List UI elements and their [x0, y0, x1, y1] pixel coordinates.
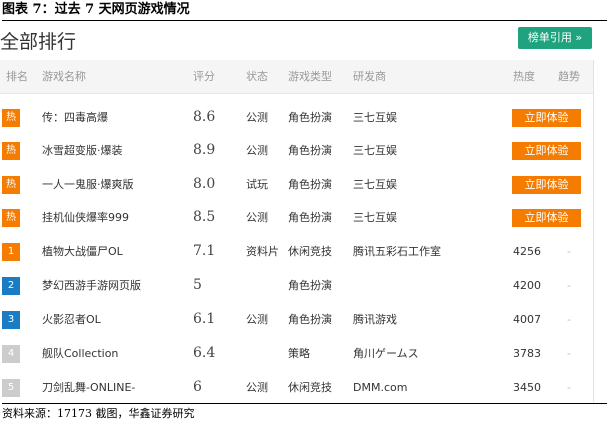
- developer-text: 三七互娱: [353, 178, 397, 191]
- col-game-name: 游戏名称: [42, 70, 86, 83]
- rank-badge: 5: [2, 379, 20, 397]
- source-note: 资料来源：17173 截图，华鑫证券研究: [2, 403, 607, 421]
- game-name-link[interactable]: 传：四毒高爆: [42, 101, 108, 134]
- game-name-link[interactable]: 植物大战僵尸OL: [42, 235, 123, 268]
- game-name-link[interactable]: 梦幻西游手游网页版: [42, 269, 141, 302]
- quote-list-button[interactable]: 榜单引用 »: [518, 27, 592, 49]
- play-now-button[interactable]: 立即体验: [512, 109, 581, 127]
- ranking-table: 排名 游戏名称 评分 状态 游戏类型 研发商 热度 趋势 热 传：四毒高爆 8.6 公…: [0, 60, 594, 402]
- game-type-text: 角色扮演: [288, 279, 332, 292]
- table-row[interactable]: 热 冰雪超变版·爆装 8.9 公测 角色扮演 三七互娱 立即体验: [0, 134, 593, 167]
- game-name-link[interactable]: 刀剑乱舞-ONLINE-: [42, 371, 135, 404]
- game-type-text: 角色扮演: [288, 211, 332, 224]
- developer-text: 三七互娱: [353, 211, 397, 224]
- table-row[interactable]: 热 传：四毒高爆 8.6 公测 角色扮演 三七互娱 立即体验: [0, 101, 593, 134]
- score-value: 7.1: [193, 243, 216, 259]
- score-value: 8.9: [193, 142, 216, 158]
- game-name-link[interactable]: 火影忍者OL: [42, 303, 101, 336]
- rank-badge: 3: [2, 311, 20, 329]
- developer-text: DMM.com: [353, 381, 408, 394]
- game-type-text: 策略: [288, 347, 310, 360]
- status-text: 公测: [246, 313, 268, 326]
- status-text: 公测: [246, 381, 268, 394]
- trend-indicator: -: [567, 313, 571, 326]
- rank-badge: 1: [2, 243, 20, 261]
- play-now-button[interactable]: 立即体验: [512, 142, 581, 160]
- score-value: 6.4: [193, 345, 216, 361]
- trend-indicator: -: [567, 347, 571, 360]
- game-type-text: 休闲竞技: [288, 245, 332, 258]
- score-value: 6: [193, 379, 202, 395]
- status-text: 试玩: [246, 178, 268, 191]
- heat-value: 4200: [513, 279, 541, 292]
- game-name-link[interactable]: 舰队Collection: [42, 337, 118, 370]
- heat-value: 4256: [513, 245, 541, 258]
- game-type-text: 休闲竞技: [288, 381, 332, 394]
- col-trend: 趋势: [558, 70, 580, 83]
- hot-badge: 热: [2, 176, 20, 194]
- trend-indicator: -: [567, 245, 571, 258]
- table-row[interactable]: 1 植物大战僵尸OL 7.1 资料片 休闲竞技 腾讯五彩石工作室 4256 -: [0, 235, 593, 268]
- game-type-text: 角色扮演: [288, 313, 332, 326]
- score-value: 8.5: [193, 209, 216, 225]
- table-header: 排名 游戏名称 评分 状态 游戏类型 研发商 热度 趋势: [0, 60, 593, 94]
- developer-text: 腾讯游戏: [353, 313, 397, 326]
- score-value: 8.0: [193, 176, 216, 192]
- table-row[interactable]: 5 刀剑乱舞-ONLINE- 6 公测 休闲竞技 DMM.com 3450 -: [0, 371, 593, 404]
- trend-indicator: -: [567, 279, 571, 292]
- play-now-button[interactable]: 立即体验: [512, 209, 581, 227]
- page-title: 全部排行: [0, 31, 77, 53]
- rank-badge: 4: [2, 345, 20, 363]
- heat-value: 3783: [513, 347, 541, 360]
- figure-title: 图表 7：过去 7 天网页游戏情况: [2, 0, 607, 21]
- col-rank: 排名: [6, 70, 28, 83]
- table-row[interactable]: 2 梦幻西游手游网页版 5 角色扮演 4200 -: [0, 269, 593, 302]
- developer-text: 角川ゲームス: [353, 347, 419, 360]
- hot-badge: 热: [2, 142, 20, 160]
- status-text: 公测: [246, 111, 268, 124]
- table-row[interactable]: 4 舰队Collection 6.4 策略 角川ゲームス 3783 -: [0, 337, 593, 370]
- heat-value: 4007: [513, 313, 541, 326]
- game-type-text: 角色扮演: [288, 178, 332, 191]
- heat-value: 3450: [513, 381, 541, 394]
- game-name-link[interactable]: 挂机仙侠爆率999: [42, 201, 129, 234]
- game-type-text: 角色扮演: [288, 111, 332, 124]
- rank-badge: 2: [2, 277, 20, 295]
- table-row[interactable]: 热 挂机仙侠爆率999 8.5 公测 角色扮演 三七互娱 立即体验: [0, 201, 593, 234]
- trend-indicator: -: [567, 381, 571, 394]
- col-status: 状态: [246, 70, 268, 83]
- hot-badge: 热: [2, 109, 20, 127]
- score-value: 8.6: [193, 109, 216, 125]
- col-heat: 热度: [513, 70, 535, 83]
- developer-text: 腾讯五彩石工作室: [353, 245, 441, 258]
- status-text: 资料片: [246, 245, 279, 258]
- play-now-button[interactable]: 立即体验: [512, 176, 581, 194]
- table-row[interactable]: 热 一人一鬼服·爆爽版 8.0 试玩 角色扮演 三七互娱 立即体验: [0, 168, 593, 201]
- col-game-type: 游戏类型: [288, 70, 332, 83]
- developer-text: 三七互娱: [353, 144, 397, 157]
- game-name-link[interactable]: 一人一鬼服·爆爽版: [42, 168, 134, 201]
- score-value: 6.1: [193, 311, 216, 327]
- game-name-link[interactable]: 冰雪超变版·爆装: [42, 134, 123, 167]
- hot-badge: 热: [2, 209, 20, 227]
- game-type-text: 角色扮演: [288, 144, 332, 157]
- table-row[interactable]: 3 火影忍者OL 6.1 公测 角色扮演 腾讯游戏 4007 -: [0, 303, 593, 336]
- status-text: 公测: [246, 144, 268, 157]
- score-value: 5: [193, 277, 202, 293]
- col-score: 评分: [193, 70, 215, 83]
- col-developer: 研发商: [353, 70, 386, 83]
- status-text: 公测: [246, 211, 268, 224]
- developer-text: 三七互娱: [353, 111, 397, 124]
